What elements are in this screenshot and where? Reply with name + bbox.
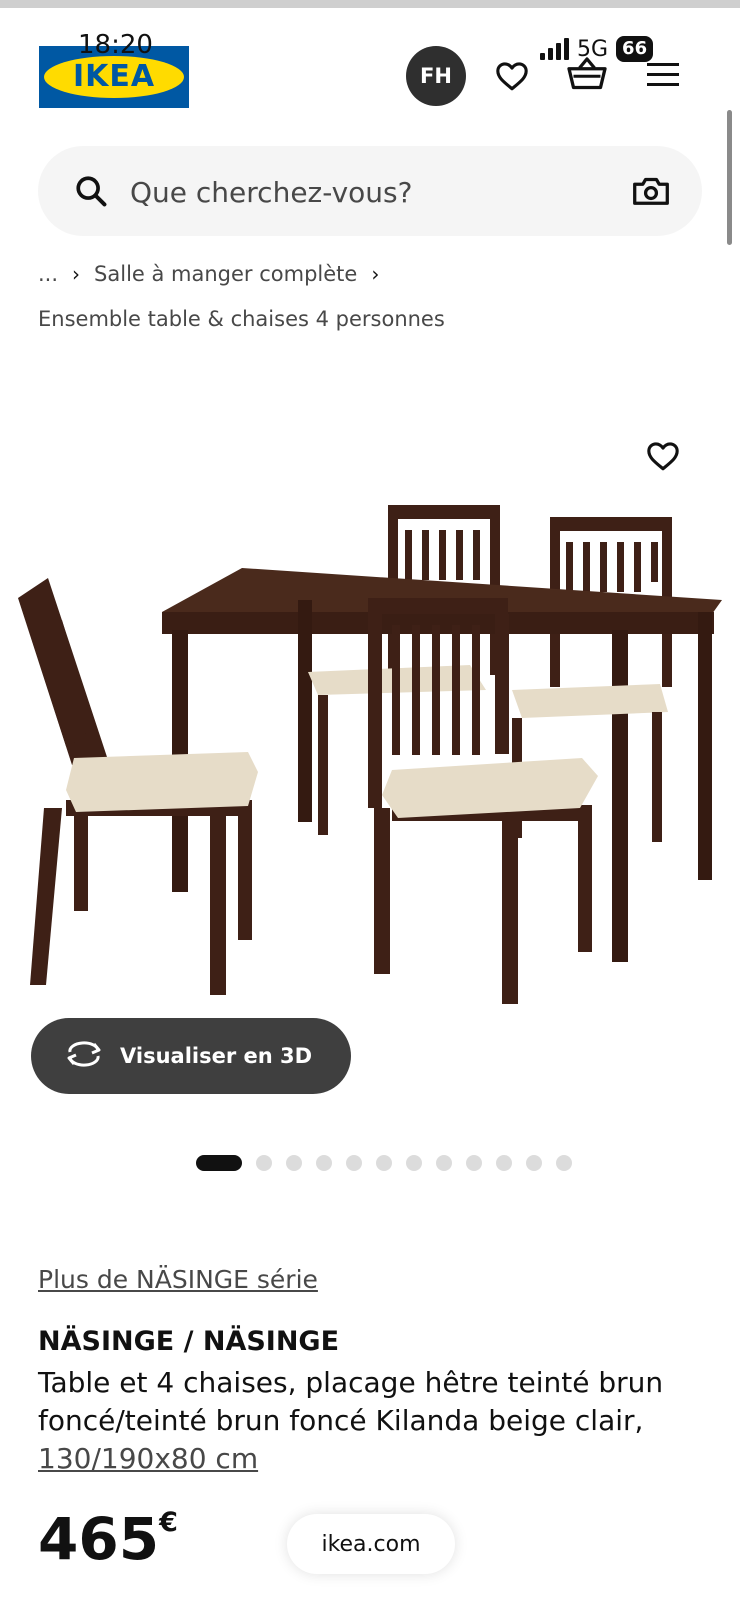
browser-url: ikea.com [321, 1531, 421, 1557]
pagination-dot[interactable] [526, 1155, 542, 1171]
product-size-link[interactable]: 130/190x80 cm [38, 1442, 258, 1475]
view-3d-button[interactable]: Visualiser en 3D [31, 1018, 351, 1094]
browser-url-pill[interactable]: ikea.com [287, 1514, 455, 1574]
save-heart-icon[interactable] [646, 440, 680, 476]
signal-icon [540, 38, 569, 60]
image-pagination[interactable] [196, 1155, 572, 1171]
breadcrumb: ... › Salle à manger complète › [38, 262, 379, 286]
pagination-dot[interactable] [316, 1155, 332, 1171]
status-time: 18:20 [78, 30, 153, 60]
price-integer: 465 [38, 1505, 160, 1573]
battery-level: 66 [616, 36, 654, 62]
breadcrumb-current[interactable]: Ensemble table & chaises 4 personnes [38, 307, 445, 331]
user-avatar[interactable]: FH [406, 46, 466, 106]
product-description-block: Table et 4 chaises, placage hêtre teinté… [38, 1364, 718, 1478]
logo-text: IKEA [72, 59, 156, 94]
pagination-dot[interactable] [436, 1155, 452, 1171]
product-description: Table et 4 chaises, placage hêtre teinté… [38, 1366, 664, 1437]
pagination-dot[interactable] [346, 1155, 362, 1171]
pagination-dot[interactable] [286, 1155, 302, 1171]
camera-icon[interactable] [632, 174, 670, 212]
product-name: NÄSINGE / NÄSINGE [38, 1326, 340, 1357]
search-input[interactable] [128, 166, 612, 218]
pagination-dot[interactable] [406, 1155, 422, 1171]
pagination-dot[interactable] [376, 1155, 392, 1171]
price-currency: € [159, 1507, 178, 1538]
scrollbar[interactable] [727, 110, 732, 245]
top-edge-bar [0, 0, 740, 8]
pagination-dot[interactable] [496, 1155, 512, 1171]
series-link[interactable]: Plus de NÄSINGE série [38, 1265, 318, 1294]
pagination-dot[interactable] [256, 1155, 272, 1171]
pagination-dot[interactable] [556, 1155, 572, 1171]
basket-icon[interactable] [566, 54, 608, 98]
breadcrumb-parent-link[interactable]: Salle à manger complète [94, 262, 357, 286]
pagination-dot[interactable] [466, 1155, 482, 1171]
product-image[interactable] [0, 480, 740, 1010]
breadcrumb-ellipsis[interactable]: ... [38, 262, 58, 286]
wishlist-heart-icon[interactable] [495, 60, 529, 96]
search-bar[interactable] [38, 146, 702, 236]
menu-icon[interactable] [647, 62, 679, 92]
breadcrumb-separator-icon: › [371, 262, 380, 286]
search-icon [74, 174, 108, 212]
rotate-3d-icon [64, 1040, 104, 1072]
pagination-dot-active[interactable] [196, 1155, 242, 1171]
price: 465 € [38, 1505, 178, 1573]
breadcrumb-separator-icon: › [72, 262, 81, 286]
view-3d-label: Visualiser en 3D [120, 1044, 313, 1068]
